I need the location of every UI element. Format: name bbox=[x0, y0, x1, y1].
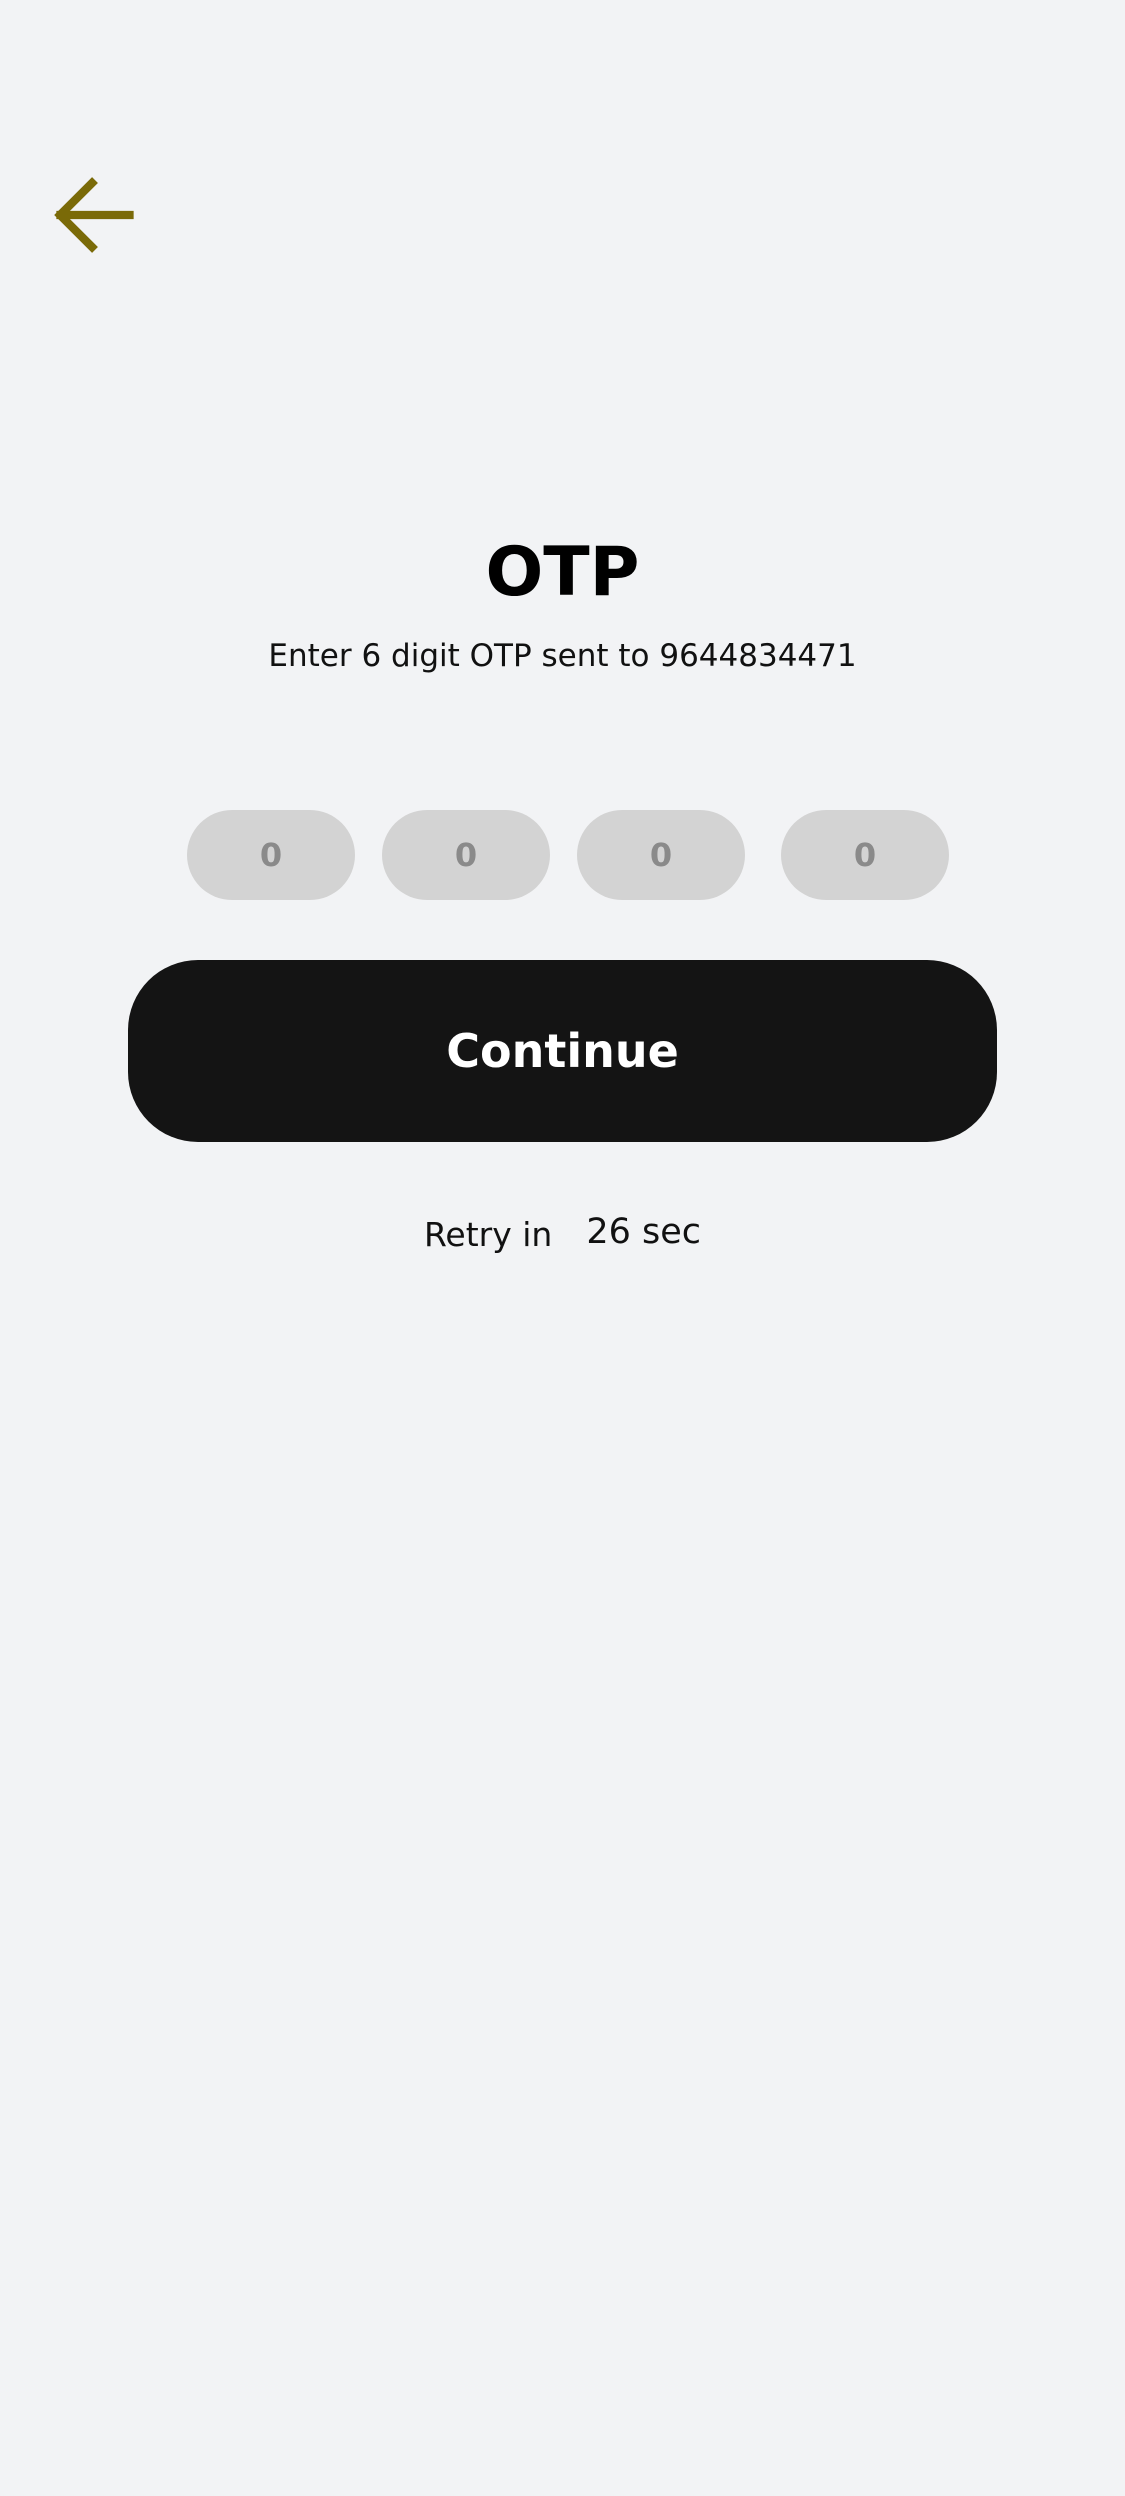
otp-digit-1[interactable] bbox=[187, 810, 355, 900]
retry-label: Retry in bbox=[423, 1215, 553, 1254]
arrow-left-icon bbox=[54, 177, 134, 253]
retry-countdown: 26 sec bbox=[586, 1212, 702, 1252]
retry-timer: Retry in 26 sec bbox=[0, 1210, 1125, 1260]
back-button[interactable] bbox=[40, 160, 150, 270]
continue-button[interactable]: Continue bbox=[128, 960, 997, 1142]
otp-instruction: Enter 6 digit OTP sent to 9644834471 bbox=[268, 638, 857, 674]
otp-digit-2[interactable] bbox=[382, 810, 550, 900]
otp-input-group bbox=[0, 810, 1125, 900]
page-title: OTP bbox=[485, 533, 640, 612]
otp-digit-3[interactable] bbox=[577, 810, 745, 900]
otp-digit-4[interactable] bbox=[781, 810, 949, 900]
